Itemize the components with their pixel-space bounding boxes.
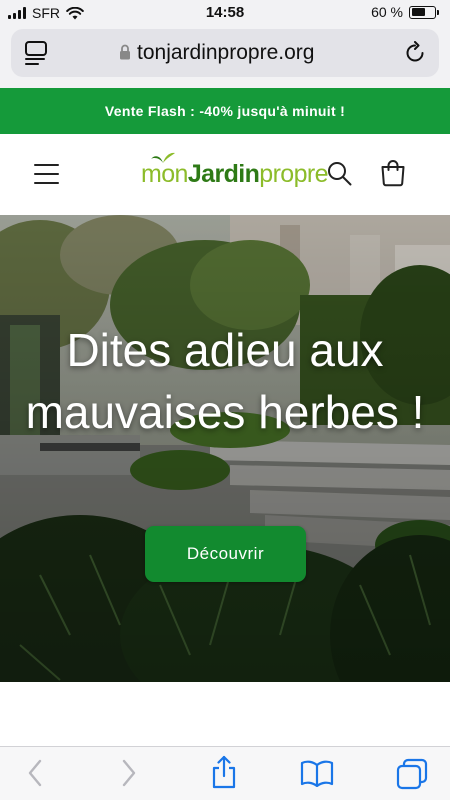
discover-button[interactable]: Découvrir	[145, 526, 306, 582]
cart-icon[interactable]	[380, 159, 406, 187]
lock-icon	[120, 44, 130, 60]
site-logo[interactable]: monJardinpropre	[141, 159, 329, 189]
status-right: 60 %	[371, 4, 439, 20]
reader-view-icon[interactable]	[25, 41, 47, 65]
site-header: monJardinpropre	[0, 134, 450, 215]
promo-banner[interactable]: Vente Flash : -40% jusqu'à minuit !	[0, 88, 450, 134]
hero-title: Dites adieu aux mauvaises herbes !	[25, 324, 425, 438]
tabs-icon[interactable]	[396, 758, 428, 790]
url-text[interactable]: tonjardinpropre.org	[137, 41, 314, 65]
logo-part-jardin: Jardin	[187, 160, 260, 188]
browser-top-bar: tonjardinpropre.org	[0, 26, 450, 88]
battery-icon	[409, 5, 439, 19]
address-bar[interactable]: tonjardinpropre.org	[11, 29, 439, 77]
search-icon[interactable]	[327, 161, 352, 186]
battery-percent: 60 %	[371, 4, 403, 20]
bookmarks-icon[interactable]	[300, 759, 334, 787]
hero-banner: Dites adieu aux mauvaises herbes ! Décou…	[0, 215, 450, 682]
logo-part-mon: mon	[141, 160, 188, 188]
status-bar: SFR 14:58 60 %	[0, 0, 450, 26]
reload-icon[interactable]	[403, 41, 427, 65]
browser-toolbar	[0, 746, 450, 800]
menu-icon[interactable]	[34, 163, 59, 185]
hero-garden-image	[0, 215, 450, 682]
share-icon[interactable]	[210, 755, 238, 789]
back-icon[interactable]	[26, 758, 44, 788]
logo-part-propre: propre	[259, 160, 328, 188]
forward-icon[interactable]	[120, 758, 138, 788]
promo-text: Vente Flash : -40% jusqu'à minuit !	[104, 103, 346, 119]
